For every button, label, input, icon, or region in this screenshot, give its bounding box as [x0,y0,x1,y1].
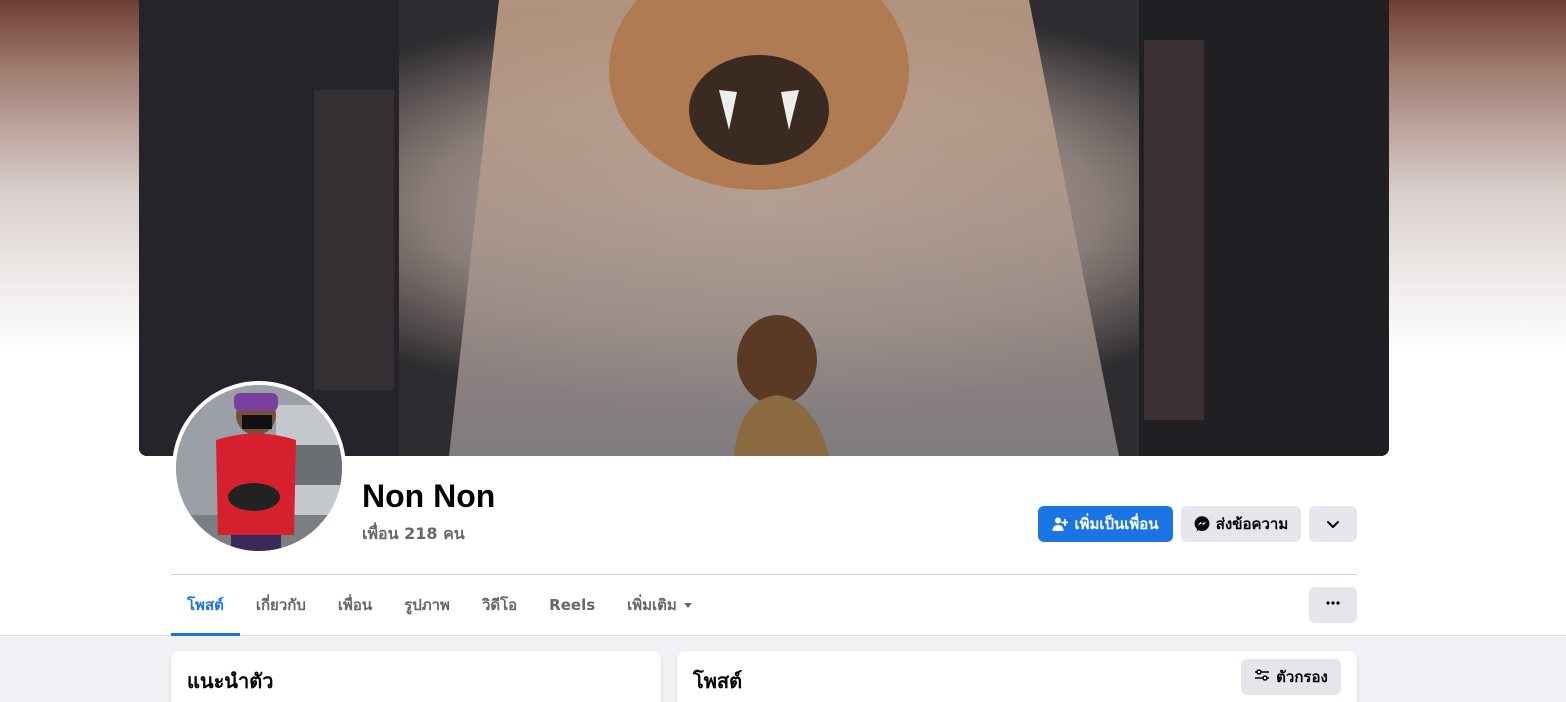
filter-button[interactable]: ตัวกรอง [1241,659,1341,695]
message-label: ส่งข้อความ [1215,515,1289,533]
profile-avatar-ring[interactable] [172,381,346,555]
message-button[interactable]: ส่งข้อความ [1181,506,1301,542]
posts-card-title: โพสต์ [693,669,743,693]
tab-reels[interactable]: Reels [533,576,611,634]
tab-label: เพื่อน [337,596,373,614]
friends-count[interactable]: เพื่อน 218 คน [362,522,465,547]
tab-label: รูปภาพ [404,596,450,614]
tab-photos[interactable]: รูปภาพ [388,576,466,634]
tab-more[interactable]: เพิ่มเติม [611,576,709,634]
header-divider [171,574,1357,575]
tab-posts[interactable]: โพสต์ [171,576,240,636]
add-friend-label: เพิ่มเป็นเพื่อน [1074,515,1159,533]
tab-label: Reels [549,596,596,614]
ellipsis-icon [1325,595,1341,616]
profile-name: Non Non [362,478,496,514]
profile-tabs: โพสต์ เกี่ยวกับ เพื่อน รูปภาพ วิดีโอ Ree… [171,576,709,636]
cover-photo[interactable] [139,0,1389,456]
profile-options-dropdown-button[interactable] [1309,506,1357,542]
add-friend-button[interactable]: เพิ่มเป็นเพื่อน [1038,506,1173,542]
tab-label: โพสต์ [187,596,224,614]
sliders-icon [1254,667,1270,687]
intro-card: แนะนำตัว [171,651,661,702]
filter-label: ตัวกรอง [1276,668,1328,686]
tab-label: เกี่ยวกับ [255,596,306,614]
avatar-image [176,385,342,551]
tab-friends[interactable]: เพื่อน [322,576,388,634]
chevron-down-icon [1325,516,1341,532]
profile-header: Non Non เพื่อน 218 คน เพิ่มเป็นเพื่อน ส่… [0,0,1566,636]
person-plus-icon [1052,516,1069,532]
caret-down-icon [683,596,693,614]
tab-label: วิดีโอ [481,596,518,614]
messenger-icon [1194,516,1210,532]
intro-card-title: แนะนำตัว [187,669,274,693]
tab-about[interactable]: เกี่ยวกับ [240,576,322,634]
avatar[interactable] [176,385,342,551]
posts-card: โพสต์ ตัวกรอง [677,651,1357,702]
tab-label: เพิ่มเติม [627,596,677,614]
profile-more-options-button[interactable] [1309,587,1357,623]
cover-photo-image [139,0,1389,456]
tab-videos[interactable]: วิดีโอ [466,576,533,634]
